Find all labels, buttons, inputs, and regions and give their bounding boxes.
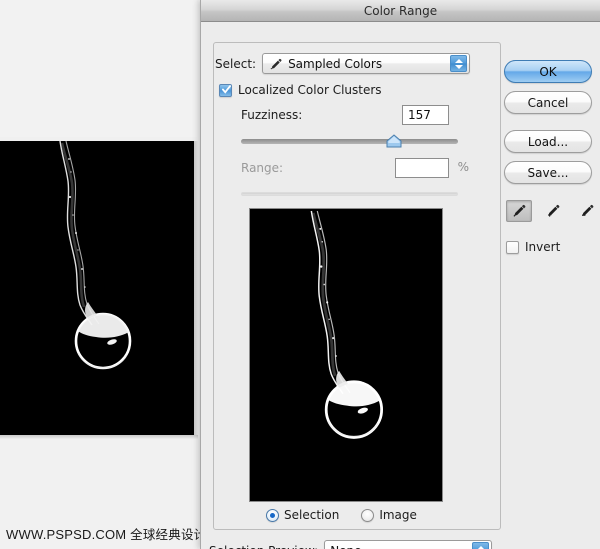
eyedropper-tool-strip [506,200,600,222]
range-row: Range: % [241,158,473,196]
fuzziness-row: Fuzziness: 157 [241,105,473,148]
fuzziness-slider-thumb[interactable] [386,134,402,148]
canvas-top-area [0,0,197,137]
slider-thumb-icon [386,134,402,148]
radio-selection-label: Selection [284,508,340,522]
screenshot-root: WWW.PSPSD.COM 全球经典设计聚合网 Color Range Sele… [0,0,600,549]
fuzziness-label: Fuzziness: [241,108,303,122]
load-button[interactable]: Load... [504,130,592,153]
chevron-down-icon [454,64,463,69]
localized-color-clusters-row[interactable]: Localized Color Clusters [219,83,382,97]
save-button[interactable]: Save... [504,161,592,184]
selection-preview-value: None [330,544,361,549]
range-line: Range: % [241,158,473,178]
chevron-up-icon [454,58,463,63]
fuzziness-slider-track [241,139,458,144]
chevron-up-icon [476,545,485,549]
eyedropper-icon [513,204,526,217]
localized-color-clusters-label: Localized Color Clusters [238,83,382,97]
document-photo [0,141,194,435]
range-label: Range: [241,161,284,175]
ok-button[interactable]: OK [504,60,592,83]
fuzziness-input[interactable]: 157 [402,105,449,125]
selection-preview-stepper[interactable] [472,542,490,549]
selection-preview-dropdown[interactable]: None [324,540,493,549]
fuzziness-slider[interactable] [241,134,458,148]
dialog-body: Select: Sampled Colors Localized Color C… [201,22,600,549]
fuzziness-line: Fuzziness: 157 [241,105,473,125]
eyedropper-tool-button[interactable] [506,200,532,222]
select-dropdown[interactable]: Sampled Colors [262,53,471,74]
dialog-title: Color Range [363,3,438,18]
select-value: Sampled Colors [288,56,383,71]
preview-droplet-image [250,209,442,501]
water-droplet-image [0,141,194,435]
eyedropper-plus-icon [548,204,560,217]
select-label: Select: [215,56,257,71]
cancel-button[interactable]: Cancel [504,91,592,114]
selection-preview-row: Selection Preview: None [209,540,493,549]
photo-shadow-right [194,141,198,439]
check-icon [222,84,231,94]
color-range-dialog: Color Range Select: Sampled Colors Local… [200,0,600,549]
radio-image-control[interactable] [361,508,375,522]
radio-selection[interactable]: Selection [266,508,339,522]
range-slider [241,187,458,201]
invert-row[interactable]: Invert [506,240,560,254]
range-input [395,158,449,178]
radio-image-label: Image [379,508,417,522]
range-slider-track [241,192,458,196]
eyedropper-subtract-tool-button[interactable] [574,200,600,222]
eyedropper-minus-icon [582,204,594,216]
radio-selection-control[interactable] [266,508,279,522]
invert-label: Invert [525,240,561,254]
select-stepper[interactable] [450,55,468,72]
preview-thumbnail[interactable] [249,208,443,502]
watermark-latin: WWW.PSPSD.COM [6,527,127,542]
localized-color-clusters-checkbox[interactable] [219,83,232,97]
dialog-button-column: OK Cancel Load... Save... [504,60,596,192]
radio-image[interactable]: Image [361,508,417,522]
eyedropper-icon [270,58,282,70]
invert-checkbox[interactable] [506,240,519,254]
select-row: Select: Sampled Colors [215,53,471,74]
selection-preview-label: Selection Preview: [209,544,318,549]
preview-mode-radio-group: Selection Image [266,508,417,522]
range-unit: % [457,160,469,174]
dialog-titlebar[interactable]: Color Range [201,0,600,22]
eyedropper-add-tool-button[interactable] [540,200,566,222]
